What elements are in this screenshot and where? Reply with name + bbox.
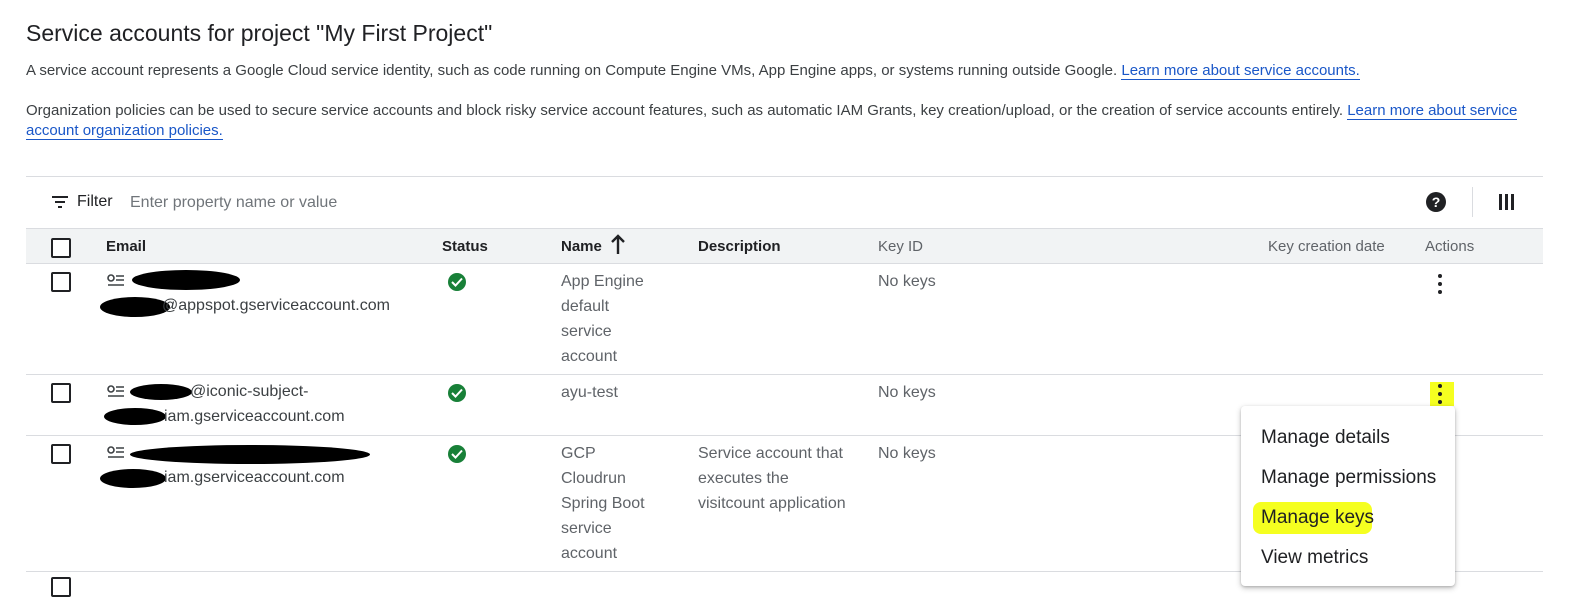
filter-label[interactable]: Filter	[77, 193, 113, 211]
column-header-email[interactable]: Email	[106, 238, 146, 255]
email-line-2[interactable]: @appspot.gserviceaccount.com	[162, 297, 390, 315]
redaction	[104, 408, 166, 425]
key-id: No keys	[878, 273, 936, 290]
row-divider	[26, 374, 1543, 375]
learn-more-service-accounts-link[interactable]: Learn more about service accounts.	[1121, 62, 1360, 80]
menu-item-manage-keys[interactable]: Manage keys	[1261, 507, 1374, 529]
column-header-key-id[interactable]: Key ID	[878, 238, 923, 255]
filter-bar: Filter ?	[26, 177, 1543, 227]
select-all-checkbox[interactable]	[51, 238, 71, 258]
email-line-2[interactable]: iam.gserviceaccount.com	[164, 469, 345, 487]
row-checkbox[interactable]	[51, 383, 71, 403]
menu-item-manage-permissions[interactable]: Manage permissions	[1261, 467, 1436, 489]
check-circle-icon	[448, 273, 466, 291]
email-line-1: @iconic-subject-	[190, 383, 309, 400]
redaction	[100, 469, 166, 488]
service-account-icon	[107, 446, 125, 460]
column-header-description[interactable]: Description	[698, 238, 781, 255]
column-header-name[interactable]: Name	[561, 238, 602, 255]
menu-item-manage-details[interactable]: Manage details	[1261, 427, 1390, 449]
column-header-status[interactable]: Status	[442, 238, 488, 255]
service-account-name: GCP Cloudrun Spring Boot service account	[561, 445, 645, 562]
row-checkbox[interactable]	[51, 577, 71, 597]
help-icon[interactable]: ?	[1426, 192, 1446, 212]
more-vert-icon[interactable]	[1437, 274, 1443, 296]
check-circle-icon	[448, 445, 466, 463]
redaction	[130, 445, 370, 464]
page-description: A service account represents a Google Cl…	[26, 62, 1360, 80]
sort-ascending-icon[interactable]	[610, 234, 626, 256]
toolbar-divider	[1472, 187, 1473, 217]
service-account-name: App Engine default service account	[561, 273, 644, 365]
redaction	[130, 384, 192, 400]
page-title: Service accounts for project "My First P…	[26, 20, 493, 46]
key-id: No keys	[878, 445, 936, 462]
menu-item-view-metrics[interactable]: View metrics	[1261, 547, 1368, 569]
actions-menu: Manage details Manage permissions Manage…	[1241, 406, 1455, 586]
check-circle-icon	[448, 384, 466, 402]
service-account-icon	[107, 274, 125, 288]
service-account-name: ayu-test	[561, 384, 618, 401]
row-checkbox[interactable]	[51, 444, 71, 464]
email-line-2[interactable]: iam.gserviceaccount.com	[164, 408, 345, 426]
more-vert-icon[interactable]	[1437, 384, 1443, 406]
service-account-icon	[107, 385, 125, 399]
column-display-icon[interactable]	[1499, 194, 1515, 210]
column-header-actions: Actions	[1425, 238, 1475, 255]
table-header: Email Status Name Description Key ID Key…	[26, 228, 1543, 264]
column-header-key-creation-date[interactable]: Key creation date	[1268, 238, 1385, 255]
service-account-description: Service account that executes the visitc…	[698, 445, 846, 512]
redaction	[132, 270, 240, 290]
filter-input[interactable]	[130, 191, 730, 215]
row-checkbox[interactable]	[51, 272, 71, 292]
filter-icon[interactable]	[52, 196, 68, 208]
key-id: No keys	[878, 384, 936, 401]
org-policy-description: Organization policies can be used to sec…	[26, 102, 1518, 140]
redaction	[100, 297, 170, 317]
